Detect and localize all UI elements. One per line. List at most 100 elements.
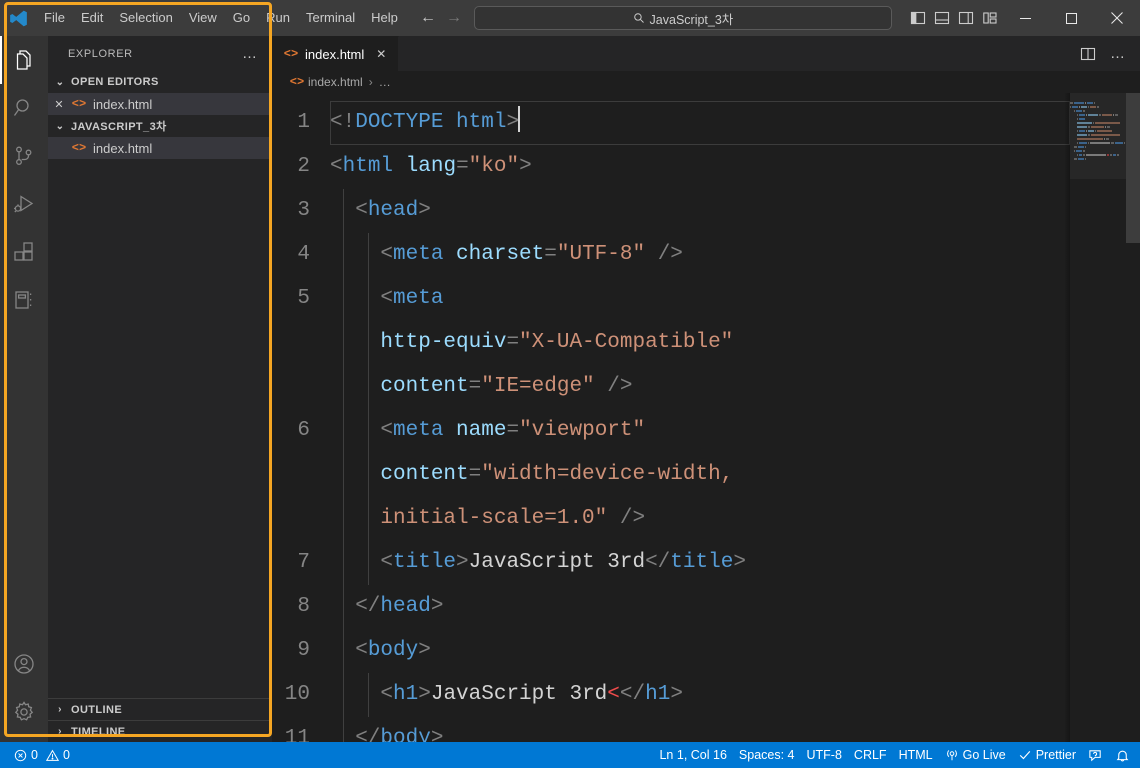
indent-guide [343, 321, 344, 365]
code-line[interactable]: <!DOCTYPE html> [330, 101, 1140, 145]
activity-item-settings[interactable] [0, 688, 48, 736]
check-icon [1018, 748, 1032, 762]
customize-layout-icon[interactable] [978, 0, 1002, 36]
code-line[interactable]: <meta charset="UTF-8" /> [330, 233, 1140, 277]
tab-close-icon[interactable]: ✕ [374, 47, 388, 61]
code-token: < [607, 683, 620, 706]
maximize-button[interactable] [1048, 0, 1094, 36]
code-line[interactable]: <meta [330, 277, 1140, 321]
menu-item-go[interactable]: Go [225, 0, 258, 36]
code-token: > [670, 683, 683, 706]
code-line[interactable]: <meta name="viewport" [330, 409, 1140, 453]
status-prettier[interactable]: Prettier [1012, 742, 1082, 768]
menu-item-edit[interactable]: Edit [73, 0, 111, 36]
code-token [393, 155, 406, 178]
code-line[interactable]: <html lang="ko"> [330, 145, 1140, 189]
status-go-live[interactable]: Go Live [939, 742, 1012, 768]
indent-guide [343, 497, 344, 541]
minimize-button[interactable] [1002, 0, 1048, 36]
indent-guide [343, 409, 344, 453]
code-content[interactable]: <!DOCTYPE html><html lang="ko"> <head> <… [330, 93, 1140, 742]
arrow-left-icon[interactable]: ← [420, 10, 436, 26]
menu-item-file[interactable]: File [36, 0, 73, 36]
bell-icon [1115, 748, 1130, 763]
code-editor[interactable]: 12345 6 7891011 <!DOCTYPE html><html lan… [272, 93, 1140, 742]
code-token: = [469, 375, 482, 398]
menu-item-terminal[interactable]: Terminal [298, 0, 363, 36]
activity-item-explorer[interactable] [0, 36, 48, 84]
status-eol[interactable]: CRLF [848, 742, 893, 768]
activity-item-extensions[interactable] [0, 228, 48, 276]
line-number: 5 [272, 277, 310, 321]
ellipsis-icon[interactable]: … [1104, 36, 1132, 71]
indent-guide [368, 321, 369, 365]
menu-item-view[interactable]: View [181, 0, 225, 36]
menu-item-selection[interactable]: Selection [111, 0, 180, 36]
html-file-icon: <> [290, 75, 304, 89]
status-encoding[interactable]: UTF-8 [801, 742, 848, 768]
status-indentation[interactable]: Spaces: 4 [733, 742, 801, 768]
sidebar-more-actions-icon[interactable]: … [236, 45, 264, 62]
status-language-mode[interactable]: HTML [893, 742, 939, 768]
status-notifications[interactable] [1109, 742, 1136, 768]
section-header-open-editors[interactable]: ⌄ OPEN EDITORS [48, 71, 272, 93]
activity-item-notebook[interactable] [0, 276, 48, 324]
code-token: = [506, 419, 519, 442]
toggle-panel-icon[interactable] [930, 0, 954, 36]
close-button[interactable] [1094, 0, 1140, 36]
section-header-outline[interactable]: › OUTLINE [48, 698, 272, 720]
split-editor-icon[interactable] [1074, 36, 1102, 71]
code-token: charset [456, 243, 544, 266]
breadcrumb-file[interactable]: index.html [308, 75, 363, 89]
broadcast-icon [945, 748, 959, 762]
sidebar-title-label: EXPLORER [68, 48, 133, 60]
indent-guide [343, 233, 344, 277]
toggle-secondary-sidebar-icon[interactable] [954, 0, 978, 36]
command-center-text: JavaScript_3차 [650, 9, 734, 28]
section-header-workspace-folder[interactable]: ⌄ JAVASCRIPT_3차 [48, 115, 272, 137]
code-line[interactable]: http-equiv="X-UA-Compatible" [330, 321, 1140, 365]
code-token: head [368, 199, 418, 222]
code-line[interactable]: initial-scale=1.0" /> [330, 497, 1140, 541]
status-feedback[interactable] [1082, 742, 1109, 768]
title-bar-right [906, 0, 1140, 36]
scrollbar-thumb[interactable] [1126, 93, 1140, 243]
file-row-index-html[interactable]: <> index.html [48, 137, 272, 159]
code-token: = [544, 243, 557, 266]
breadcrumb-trailing[interactable]: … [379, 75, 391, 89]
code-line[interactable]: <title>JavaScript 3rd</title> [330, 541, 1140, 585]
close-icon[interactable]: ✕ [48, 98, 70, 111]
arrow-right-icon[interactable]: → [446, 10, 462, 26]
activity-item-run-and-debug[interactable] [0, 180, 48, 228]
title-bar: File Edit Selection View Go Run Terminal… [0, 0, 1140, 36]
code-token: "IE=edge" [481, 375, 594, 398]
code-line[interactable]: <h1>JavaScript 3rd<</h1> [330, 673, 1140, 717]
code-token: body [380, 727, 430, 742]
status-cursor-position[interactable]: Ln 1, Col 16 [653, 742, 732, 768]
activity-item-search[interactable] [0, 84, 48, 132]
editor-scrollbar[interactable] [1126, 93, 1140, 742]
section-header-timeline[interactable]: › TIMELINE [48, 720, 272, 742]
code-line[interactable]: <body> [330, 629, 1140, 673]
code-line[interactable]: <head> [330, 189, 1140, 233]
code-token: /> [620, 507, 645, 530]
activity-item-accounts[interactable] [0, 640, 48, 688]
line-number: 9 [272, 629, 310, 673]
menu-item-run[interactable]: Run [258, 0, 298, 36]
chevron-down-icon: ⌄ [52, 121, 68, 132]
code-line[interactable]: content="IE=edge" /> [330, 365, 1140, 409]
open-editor-row-index-html[interactable]: ✕ <> index.html [48, 93, 272, 115]
tab-index-html[interactable]: <> index.html ✕ [272, 36, 399, 71]
code-token: </ [645, 551, 670, 574]
code-line[interactable]: </body> [330, 717, 1140, 742]
toggle-primary-sidebar-icon[interactable] [906, 0, 930, 36]
status-problems[interactable]: 0 0 [8, 742, 76, 768]
code-line[interactable]: content="width=device-width, [330, 453, 1140, 497]
activity-item-source-control[interactable] [0, 132, 48, 180]
code-line[interactable]: </head> [330, 585, 1140, 629]
menu-item-help[interactable]: Help [363, 0, 406, 36]
error-count: 0 [31, 748, 38, 762]
code-token: meta [393, 419, 443, 442]
minimap[interactable] [1070, 93, 1126, 742]
command-center-search[interactable]: JavaScript_3차 [474, 6, 892, 30]
